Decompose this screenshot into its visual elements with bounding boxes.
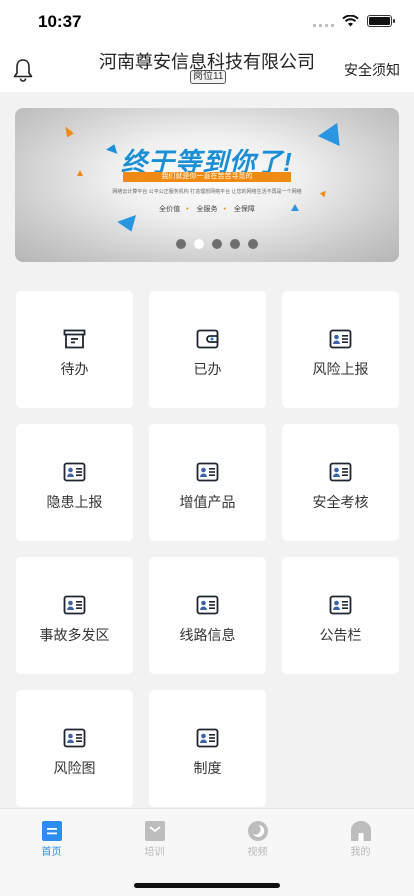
banner-decoration — [117, 215, 141, 235]
id-card-icon — [329, 462, 352, 482]
id-card-icon — [196, 462, 219, 482]
banner-stripe: 我们就是你一直在苦苦寻觅的 — [123, 172, 291, 182]
post-badge[interactable]: 岗位11 — [190, 70, 227, 84]
wifi-icon — [342, 15, 359, 27]
tab-label: 视频 — [247, 847, 268, 858]
carousel-dot-active[interactable] — [194, 239, 204, 249]
tile-label: 线路信息 — [179, 627, 236, 643]
banner-tag: 全保障 — [233, 206, 255, 213]
id-card-icon — [63, 595, 86, 615]
banner-carousel[interactable]: 终于等到你了! 我们就是你一直在苦苦寻觅的 网络云计算平台 公平公正服务机构 打… — [15, 108, 399, 262]
tile-label: 安全考核 — [312, 494, 369, 510]
tile-label: 待办 — [60, 361, 89, 377]
carousel-dot[interactable] — [230, 239, 240, 249]
tab-profile[interactable]: 我的 — [309, 809, 412, 869]
banner-tag: 全服务 — [196, 206, 218, 213]
id-card-icon — [63, 462, 86, 482]
tab-training[interactable]: 培训 — [103, 809, 206, 869]
tile-value-added-products[interactable]: 增值产品 — [149, 424, 266, 541]
id-card-icon — [329, 329, 352, 349]
tile-hazard-report[interactable]: 隐患上报 — [16, 424, 133, 541]
tile-todo[interactable]: 待办 — [16, 291, 133, 408]
tab-label: 我的 — [350, 847, 371, 858]
tile-risk-map[interactable]: 风险图 — [16, 690, 133, 807]
carousel-dot[interactable] — [176, 239, 186, 249]
tile-bulletin-board[interactable]: 公告栏 — [282, 557, 399, 674]
tile-label: 隐患上报 — [46, 494, 103, 510]
status-time: 10:37 — [38, 12, 82, 31]
tile-regulations[interactable]: 制度 — [149, 690, 266, 807]
banner-decoration — [62, 124, 74, 138]
banner-tag: 全价值 — [159, 206, 181, 213]
id-card-icon — [196, 595, 219, 615]
tile-label: 风险上报 — [312, 361, 369, 377]
header-bar: 河南尊安信息科技有限公司 岗位11 安全须知 — [0, 44, 414, 92]
tile-label: 已办 — [193, 361, 222, 377]
tile-done[interactable]: 已办 — [149, 291, 266, 408]
tile-label: 公告栏 — [319, 627, 362, 643]
tile-label: 风险图 — [53, 760, 96, 776]
tab-label: 首页 — [41, 847, 62, 858]
cellular-signal-icon — [313, 15, 334, 27]
tab-label: 培训 — [144, 847, 165, 858]
training-icon — [145, 821, 165, 841]
carousel-indicator — [176, 239, 258, 249]
tab-home[interactable]: 首页 — [0, 809, 103, 869]
tile-safety-assessment[interactable]: 安全考核 — [282, 424, 399, 541]
status-icons — [313, 15, 395, 27]
battery-icon — [367, 15, 395, 27]
id-card-icon — [63, 728, 86, 748]
tile-label: 事故多发区 — [39, 627, 110, 643]
video-icon — [248, 821, 268, 841]
carousel-dot[interactable] — [212, 239, 222, 249]
home-icon — [42, 821, 62, 841]
id-card-icon — [196, 728, 219, 748]
safety-notice-link[interactable]: 安全须知 — [344, 60, 400, 80]
inbox-icon — [63, 329, 86, 349]
tile-route-info[interactable]: 线路信息 — [149, 557, 266, 674]
banner-subtext: 网络云计算平台 公平公正服务机构 打造理想网络平台 让您的网络生活不再是一个网络 — [112, 189, 302, 195]
tile-label: 制度 — [193, 760, 222, 776]
tab-video[interactable]: 视频 — [206, 809, 309, 869]
tile-accident-zone[interactable]: 事故多发区 — [16, 557, 133, 674]
status-bar: 10:37 — [0, 0, 414, 44]
tile-risk-report[interactable]: 风险上报 — [282, 291, 399, 408]
id-card-icon — [329, 595, 352, 615]
tile-label: 增值产品 — [179, 494, 236, 510]
carousel-dot[interactable] — [248, 239, 258, 249]
profile-icon — [351, 821, 371, 841]
wallet-icon — [196, 329, 219, 349]
home-indicator[interactable] — [134, 883, 280, 888]
banner-tags: 全价值 • 全服务 • 全保障 — [159, 206, 255, 213]
